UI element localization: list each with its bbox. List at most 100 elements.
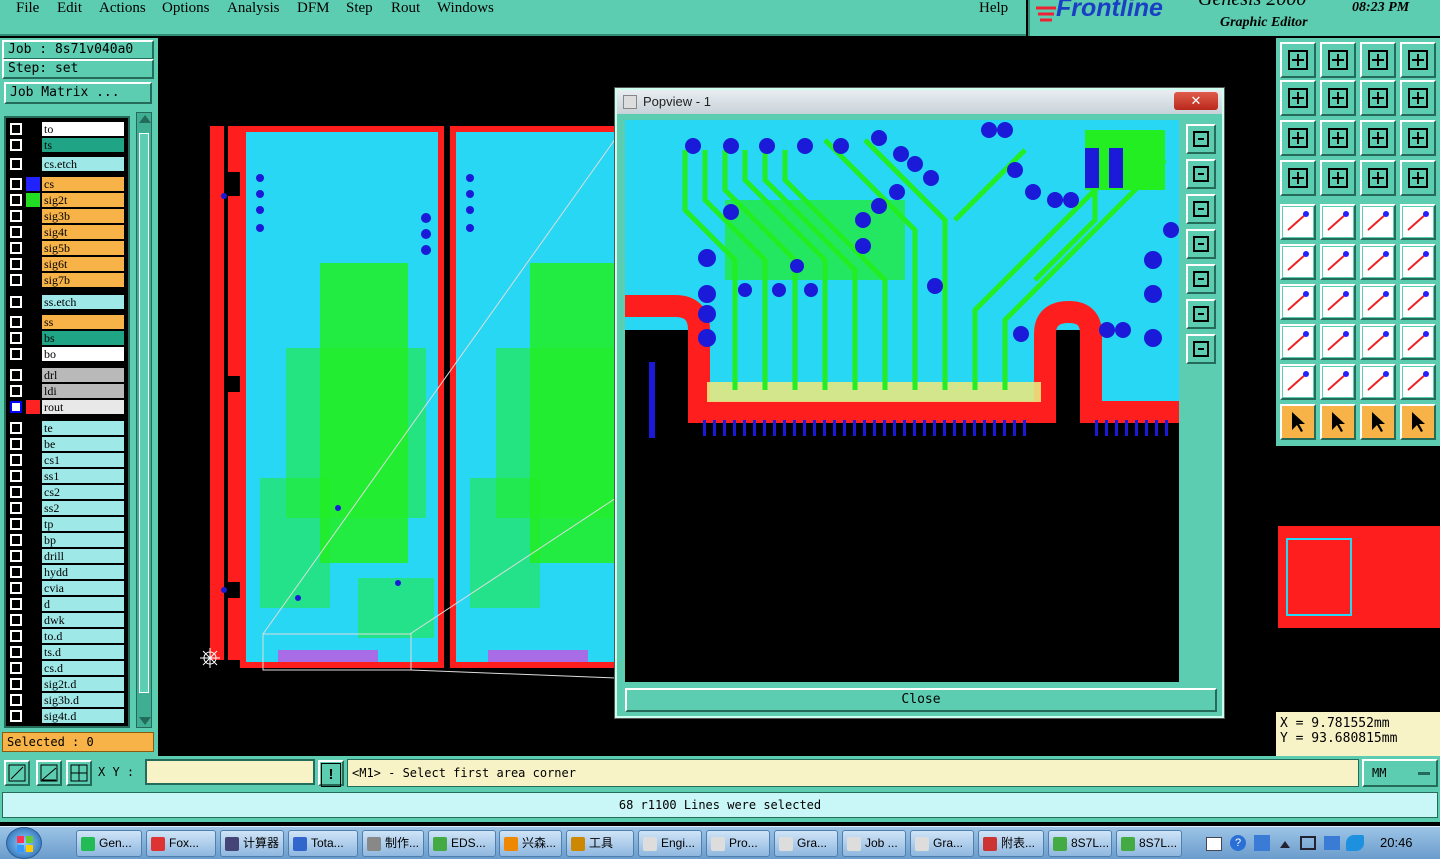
layer-checkbox[interactable]: [10, 438, 22, 450]
layer-row-cs-d[interactable]: cs.d: [6, 661, 128, 675]
layer-row-sig2t-d[interactable]: sig2t.d: [6, 677, 128, 691]
menu-file[interactable]: File: [16, 0, 39, 17]
layer-name[interactable]: bs: [42, 331, 124, 345]
taskbar-item[interactable]: 8S7L...: [1116, 830, 1182, 857]
layer-color-chip[interactable]: [26, 597, 40, 611]
taskbar-clock[interactable]: 20:46: [1380, 835, 1413, 850]
fit-width-button[interactable]: [1360, 80, 1396, 116]
taskbar-item[interactable]: 计算器: [220, 830, 284, 857]
menu-windows[interactable]: Windows: [437, 0, 494, 17]
layer-color-chip[interactable]: [26, 241, 40, 255]
layer-checkbox[interactable]: [10, 598, 22, 610]
taskbar-item[interactable]: EDS...: [428, 830, 496, 857]
help-icon[interactable]: ?: [1230, 835, 1246, 851]
center-button[interactable]: [1320, 120, 1356, 156]
pad-button[interactable]: [1400, 204, 1436, 240]
layer-checkbox[interactable]: [10, 210, 22, 222]
layer-checkbox[interactable]: [10, 694, 22, 706]
warning-button[interactable]: !: [318, 760, 344, 787]
layer-row-d[interactable]: d: [6, 597, 128, 611]
layer-row-ss-etch[interactable]: ss.etch: [6, 295, 128, 309]
layer-row-drill[interactable]: drill: [6, 549, 128, 563]
layer-color-chip[interactable]: [26, 453, 40, 467]
layer-row-cvia[interactable]: cvia: [6, 581, 128, 595]
layer-checkbox[interactable]: [10, 316, 22, 328]
layer-checkbox[interactable]: [10, 582, 22, 594]
layer-name[interactable]: sig3b: [42, 209, 124, 223]
monitor-icon[interactable]: [1300, 836, 1316, 850]
popview-pan-left-button[interactable]: [1186, 229, 1216, 259]
layer-name[interactable]: drill: [42, 549, 124, 563]
color-button[interactable]: [1320, 204, 1356, 240]
layer-row-ss1[interactable]: ss1: [6, 469, 128, 483]
units-selector[interactable]: MM: [1362, 759, 1438, 787]
zoom-home-button[interactable]: [1280, 42, 1316, 78]
layer-checkbox[interactable]: [10, 296, 22, 308]
feature-add-button[interactable]: [1280, 204, 1316, 240]
layer-row-ss[interactable]: ss: [6, 315, 128, 329]
layer-name[interactable]: bo: [42, 347, 124, 361]
layer-checkbox[interactable]: [10, 710, 22, 722]
layer-checkbox[interactable]: [10, 630, 22, 642]
layer-row-sig2t[interactable]: sig2t: [6, 193, 128, 207]
arc-button[interactable]: [1320, 284, 1356, 320]
show-hidden-icons-icon[interactable]: [1280, 841, 1290, 848]
popview-canvas[interactable]: [625, 120, 1179, 682]
taskbar-item[interactable]: Fox...: [146, 830, 216, 857]
layer-name[interactable]: tp: [42, 517, 124, 531]
layer-color-chip[interactable]: [26, 661, 40, 675]
layer-checkbox[interactable]: [10, 369, 22, 381]
speaker-icon[interactable]: [1324, 836, 1340, 850]
grid-button[interactable]: [1320, 160, 1356, 196]
mirror-button[interactable]: [1400, 244, 1436, 280]
layer-up-button[interactable]: [1360, 160, 1396, 196]
select-net-button[interactable]: [1400, 404, 1436, 440]
layer-name[interactable]: sig7b: [42, 273, 124, 287]
layer-name[interactable]: ss1: [42, 469, 124, 483]
zoom-window-button[interactable]: [4, 760, 30, 786]
taskbar-item[interactable]: Tota...: [288, 830, 358, 857]
layer-name[interactable]: cs.d: [42, 661, 124, 675]
copy-button[interactable]: [1280, 324, 1316, 360]
layer-checkbox[interactable]: [10, 646, 22, 658]
scroll-thumb[interactable]: [139, 133, 149, 693]
layer-color-chip[interactable]: [26, 400, 40, 414]
layer-checkbox[interactable]: [10, 422, 22, 434]
film-button[interactable]: [1280, 160, 1316, 196]
rotate-button[interactable]: [1360, 244, 1396, 280]
layer-row-dwk[interactable]: dwk: [6, 613, 128, 627]
layer-name[interactable]: drl: [42, 368, 124, 382]
popview-window[interactable]: Popview - 1 ✕ Close: [615, 88, 1224, 718]
start-button[interactable]: [6, 827, 42, 859]
layer-color-chip[interactable]: [26, 549, 40, 563]
layer-name[interactable]: cs1: [42, 453, 124, 467]
layer-name[interactable]: cs.etch: [42, 157, 124, 171]
layer-color-chip[interactable]: [26, 517, 40, 531]
layer-row-sig5b[interactable]: sig5b: [6, 241, 128, 255]
measure-button[interactable]: [36, 760, 62, 786]
layer-checkbox[interactable]: [10, 678, 22, 690]
layer-row-bo[interactable]: bo: [6, 347, 128, 361]
layer-color-chip[interactable]: [26, 421, 40, 435]
layer-color-chip[interactable]: [26, 122, 40, 136]
pan-right-button[interactable]: [1320, 80, 1356, 116]
measure-center-button[interactable]: [1360, 324, 1396, 360]
net-button[interactable]: [1280, 244, 1316, 280]
popview-pan-up-button[interactable]: [1186, 159, 1216, 189]
taskbar-item[interactable]: 8S7L...: [1048, 830, 1112, 857]
layer-color-chip[interactable]: [26, 693, 40, 707]
taskbar-item[interactable]: 工具: [566, 830, 634, 857]
layer-name[interactable]: sig6t: [42, 257, 124, 271]
taskbar-item[interactable]: Gra...: [774, 830, 838, 857]
layer-name[interactable]: te: [42, 421, 124, 435]
triangle-d-button[interactable]: [1400, 364, 1436, 400]
layer-color-chip[interactable]: [26, 384, 40, 398]
layer-checkbox[interactable]: [10, 158, 22, 170]
layer-checkbox[interactable]: [10, 385, 22, 397]
layer-checkbox[interactable]: [10, 194, 22, 206]
layer-name[interactable]: cs2: [42, 485, 124, 499]
layer-checkbox[interactable]: [10, 550, 22, 562]
layer-checkbox[interactable]: [10, 518, 22, 530]
layer-name[interactable]: to.d: [42, 629, 124, 643]
layer-color-chip[interactable]: [26, 645, 40, 659]
